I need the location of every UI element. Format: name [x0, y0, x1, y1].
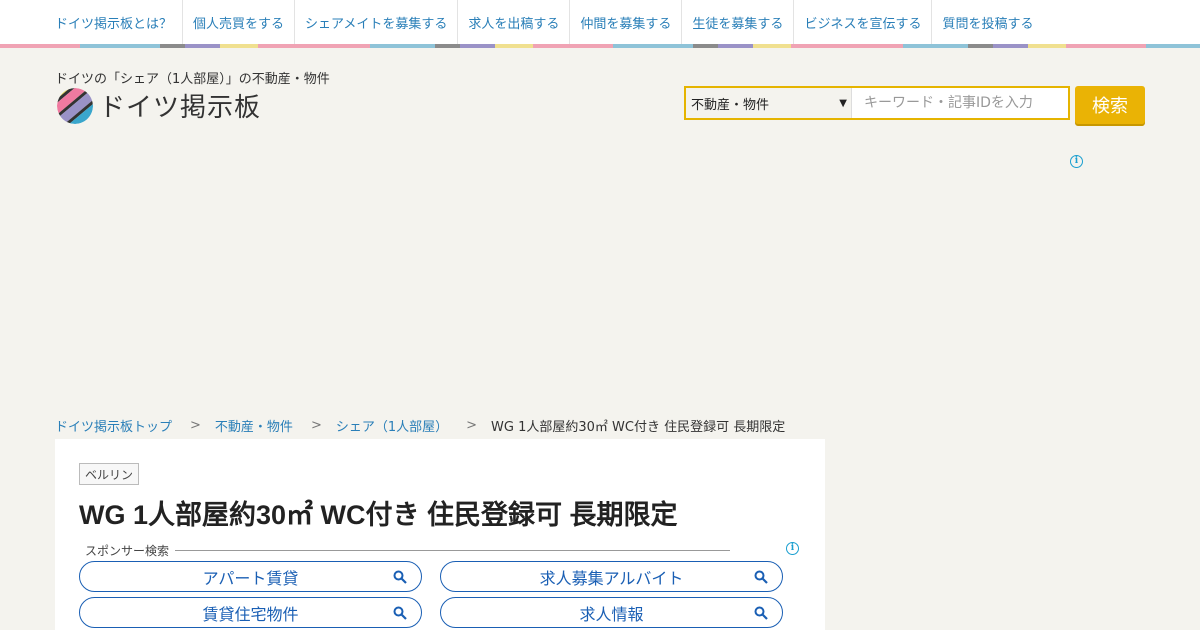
logo-icon: [57, 87, 93, 124]
stripe-segment: [258, 44, 370, 48]
stripe-segment: [968, 44, 993, 48]
breadcrumb-current: WG 1人部屋約30㎡ WC付き 住民登録可 長期限定: [491, 420, 786, 435]
ad-info-icon[interactable]: i: [1070, 155, 1083, 168]
stripe-segment: [80, 44, 160, 48]
site-logo[interactable]: ドイツ掲示板: [57, 87, 261, 124]
breadcrumb-separator: >: [190, 418, 201, 433]
site-tagline: ドイツの「シェア（1人部屋）」の不動産・物件: [55, 72, 330, 87]
stripe-segment: [220, 44, 258, 48]
sponsor-link-parttime[interactable]: 求人募集アルバイト: [440, 561, 783, 592]
stripe-segment: [160, 44, 185, 48]
color-stripe: [0, 44, 1200, 48]
nav-item-about[interactable]: ドイツ掲示板とは？: [45, 0, 184, 44]
search-icon: [754, 606, 768, 620]
stripe-segment: [993, 44, 1028, 48]
logo-text: ドイツ掲示板: [99, 93, 262, 123]
stripe-segment: [460, 44, 495, 48]
sponsor-link-label: 賃貸住宅物件: [202, 604, 299, 624]
breadcrumb-link-top[interactable]: ドイツ掲示板トップ: [55, 416, 172, 435]
stripe-segment: [1066, 44, 1146, 48]
stripe-segment: [693, 44, 718, 48]
stripe-segment: [370, 44, 435, 48]
stripe-segment: [1028, 44, 1066, 48]
search-icon: [393, 606, 407, 620]
sponsor-divider: [85, 550, 730, 551]
search-bar: 不動産・物件 ▼: [684, 86, 1070, 120]
nav-item-friends[interactable]: 仲間を募集する: [570, 0, 683, 44]
nav-item-students[interactable]: 生徒を募集する: [682, 0, 795, 44]
search-icon: [754, 570, 768, 584]
stripe-segment: [1146, 44, 1200, 48]
nav-item-sharemate[interactable]: シェアメイトを募集する: [295, 0, 459, 44]
breadcrumb: ドイツ掲示板トップ > 不動産・物件 > シェア（1人部屋） > WG 1人部屋…: [55, 416, 785, 435]
breadcrumb-separator: >: [310, 418, 322, 433]
ad-info-icon[interactable]: i: [786, 542, 799, 555]
breadcrumb-link-realestate[interactable]: 不動産・物件: [215, 416, 293, 435]
nav-item-sell[interactable]: 個人売買をする: [183, 0, 296, 44]
stripe-segment: [753, 44, 791, 48]
stripe-segment: [435, 44, 460, 48]
sponsor-label: スポンサー検索: [85, 542, 176, 559]
nav-item-jobs[interactable]: 求人を出稿する: [458, 0, 571, 44]
sponsor-link-rental[interactable]: 賃貸住宅物件: [79, 597, 422, 628]
sponsor-link-jobinfo[interactable]: 求人情報: [440, 597, 783, 628]
sponsor-link-label: 求人募集アルバイト: [539, 568, 684, 588]
breadcrumb-link-share[interactable]: シェア（1人部屋）: [336, 416, 448, 435]
stripe-segment: [185, 44, 220, 48]
search-button[interactable]: 検索: [1075, 86, 1145, 124]
search-category-select[interactable]: 不動産・物件 ▼: [686, 88, 852, 118]
chevron-down-icon: ▼: [839, 97, 847, 109]
stripe-segment: [495, 44, 533, 48]
post-card: ベルリン WG 1人部屋約30㎡ WC付き 住民登録可 長期限定 スポンサー検索…: [55, 439, 825, 630]
post-title: WG 1人部屋約30㎡ WC付き 住民登録可 長期限定: [79, 500, 678, 530]
stripe-segment: [718, 44, 753, 48]
city-badge[interactable]: ベルリン: [79, 463, 140, 485]
sponsor-link-apartment[interactable]: アパート賃貸: [79, 561, 422, 592]
sponsor-link-label: 求人情報: [579, 604, 644, 624]
stripe-segment: [0, 44, 80, 48]
stripe-segment: [533, 44, 613, 48]
stripe-segment: [613, 44, 693, 48]
nav-item-question[interactable]: 質問を投稿する: [932, 0, 1043, 44]
stripe-segment: [903, 44, 968, 48]
search-input[interactable]: [852, 88, 1068, 118]
breadcrumb-separator: >: [466, 418, 478, 433]
stripe-segment: [791, 44, 903, 48]
sponsor-link-label: アパート賃貸: [202, 568, 299, 588]
search-icon: [393, 570, 407, 584]
search-category-value: 不動産・物件: [691, 97, 770, 113]
nav-item-business[interactable]: ビジネスを宣伝する: [794, 0, 933, 44]
top-nav: ドイツ掲示板とは？ 個人売買をする シェアメイトを募集する 求人を出稿する 仲間…: [0, 0, 1200, 44]
